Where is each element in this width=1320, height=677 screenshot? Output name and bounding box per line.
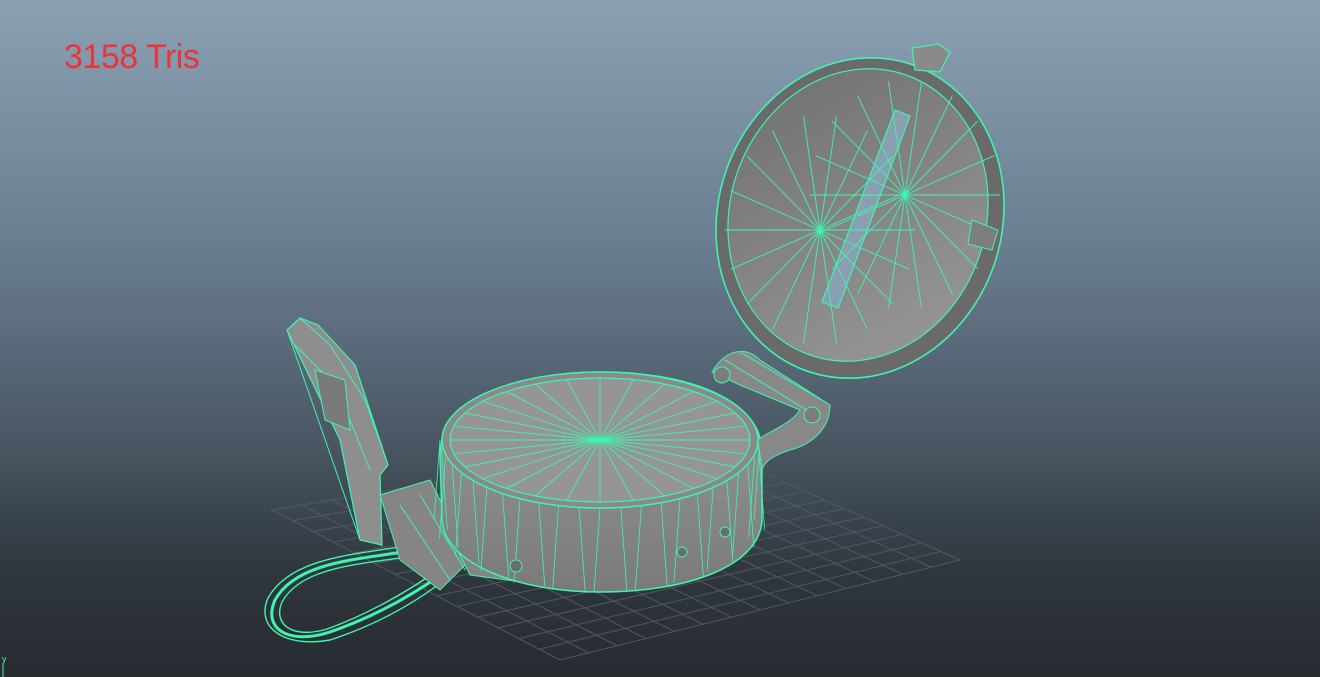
3d-viewport[interactable]: 3158 Tris y <box>0 0 1320 677</box>
poly-count-label: 3158 Tris <box>64 38 200 76</box>
rear-sight-leaf <box>286 317 389 546</box>
axis-label: y <box>2 654 7 664</box>
compass-body <box>433 371 766 593</box>
scene-canvas[interactable] <box>0 0 1320 677</box>
